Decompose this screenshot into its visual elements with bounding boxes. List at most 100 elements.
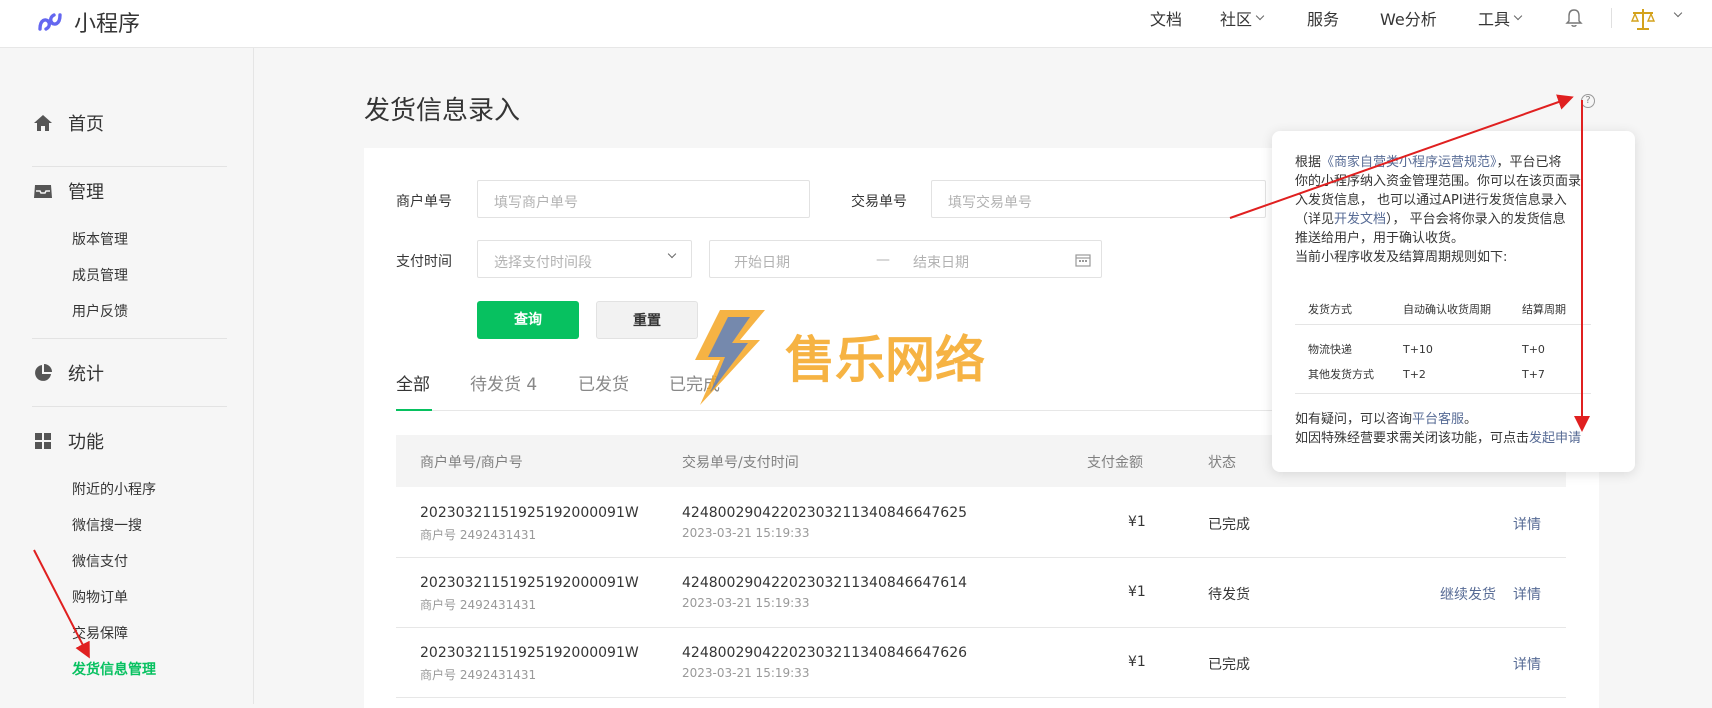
divider	[32, 338, 227, 339]
bell-icon[interactable]	[1565, 8, 1583, 28]
divider	[1611, 8, 1612, 28]
mini-program-logo-icon	[38, 13, 62, 31]
home-icon	[34, 115, 52, 131]
sidebar-group-label: 首页	[68, 114, 104, 135]
sidebar-item-guarantee[interactable]: 交易保障	[72, 623, 128, 643]
sidebar-item-nearby[interactable]: 附近的小程序	[72, 479, 156, 499]
tooltip-table-header: 发货方式	[1308, 303, 1352, 316]
start-date-placeholder: 开始日期	[734, 255, 790, 271]
watermark-text: 售乐网络	[785, 331, 985, 389]
column-header: 状态	[1208, 455, 1236, 471]
nav-label: 文档	[1150, 10, 1183, 29]
tab-all[interactable]: 全部	[396, 370, 430, 395]
grid-icon	[35, 433, 51, 449]
details-link[interactable]: 详情	[1513, 514, 1541, 534]
tooltip-table-header: 自动确认收货周期	[1403, 303, 1491, 316]
query-button[interactable]: 查询	[477, 301, 579, 339]
sidebar-group-home[interactable]: 首页	[32, 110, 104, 136]
tab-shipped[interactable]: 已发货	[578, 370, 629, 395]
merchant-no: 商户号 2492431431	[420, 598, 537, 612]
tooltip-text-part: 。	[1464, 412, 1478, 427]
divider	[32, 406, 227, 407]
tooltip-text: 如因特殊经营要求需关闭该功能，可点击发起申请	[1295, 429, 1615, 448]
column-header: 交易单号/支付时间	[682, 455, 799, 471]
column-header: 支付金额	[1087, 455, 1143, 471]
active-tab-indicator	[396, 409, 432, 411]
tooltip-table-cell: 物流快递	[1308, 343, 1352, 356]
amount: ¥1	[1128, 584, 1146, 600]
pay-time-select[interactable]: 选择支付时间段	[477, 240, 692, 278]
tooltip-text: 当前小程序收发及结算周期规则如下:	[1295, 250, 1508, 265]
details-link[interactable]: 详情	[1513, 584, 1541, 604]
logo[interactable]: 小程序	[34, 6, 140, 38]
sidebar-item-wechat-pay[interactable]: 微信支付	[72, 551, 128, 571]
date-separator: —	[876, 252, 890, 268]
amount: ¥1	[1128, 514, 1146, 530]
sidebar-item-shipping-management[interactable]: 发货信息管理	[72, 659, 156, 679]
tooltip-table-cell: T+7	[1522, 368, 1545, 381]
sidebar-item-version[interactable]: 版本管理	[72, 229, 128, 249]
trade-no-label: 交易单号	[851, 194, 907, 210]
merchant-no: 商户号 2492431431	[420, 668, 537, 682]
pay-time: 2023-03-21 15:19:33	[682, 596, 810, 610]
sidebar: 首页 管理 版本管理 成员管理 用户反馈 统计 功能 附近的小程序 微信搜一搜 …	[0, 48, 254, 704]
chevron-down-icon	[1255, 11, 1265, 21]
avatar-scales-icon[interactable]	[1630, 6, 1656, 32]
sidebar-group-label: 管理	[68, 182, 104, 203]
order-no: 20230321151925192000091W	[420, 645, 639, 661]
tooltip-text-part: 如因特殊经营要求需关闭该功能，可点击	[1295, 431, 1530, 446]
nav-label: 社区	[1220, 10, 1253, 29]
help-tooltip: 根据《商家自营类小程序运营规范》，平台已将 你的小程序纳入资金管理范围。你可以在…	[1272, 131, 1635, 472]
nav-tools[interactable]: 工具	[1478, 0, 1523, 36]
pay-time: 2023-03-21 15:19:33	[682, 526, 810, 540]
chevron-down-icon	[1513, 11, 1523, 21]
nav-we-analysis[interactable]: We分析	[1380, 0, 1437, 36]
trade-no-input[interactable]: 填写交易单号	[931, 180, 1266, 218]
nav-label: 服务	[1307, 10, 1340, 29]
sidebar-item-members[interactable]: 成员管理	[72, 265, 128, 285]
dev-docs-link[interactable]: 开发文档	[1334, 212, 1386, 227]
date-range-picker[interactable]: 开始日期 — 结束日期	[709, 240, 1102, 278]
sidebar-group-stats[interactable]: 统计	[32, 360, 104, 386]
continue-shipping-link[interactable]: 继续发货	[1440, 584, 1496, 604]
customer-service-link[interactable]: 平台客服	[1412, 412, 1464, 427]
sidebar-group-manage[interactable]: 管理	[32, 178, 104, 204]
tooltip-text: （详见开发文档）， 平台会将你录入的发货信息	[1295, 210, 1615, 229]
nav-docs[interactable]: 文档	[1150, 0, 1182, 36]
status: 待发货	[1208, 587, 1250, 603]
tooltip-table-header: 结算周期	[1522, 303, 1566, 316]
inbox-icon	[34, 185, 52, 198]
top-bar: 小程序 文档 社区 服务 We分析 工具	[0, 0, 1712, 48]
chevron-down-icon[interactable]	[1673, 8, 1683, 18]
merchant-order-input[interactable]: 填写商户单号	[477, 180, 810, 218]
trade-no: 42480029042202303211340846647614	[682, 575, 968, 591]
trade-no: 42480029042202303211340846647626	[682, 645, 968, 661]
tooltip-text-part: 根据	[1295, 155, 1322, 170]
tab-pending[interactable]: 待发货 4	[470, 370, 537, 395]
status: 已完成	[1208, 517, 1250, 533]
pay-time-label: 支付时间	[396, 254, 452, 270]
end-date-placeholder: 结束日期	[913, 255, 969, 271]
tooltip-table-cell: T+2	[1403, 368, 1426, 381]
apply-link[interactable]: 发起申请	[1529, 431, 1581, 446]
operation-rules-link[interactable]: 《商家自营类小程序运营规范》	[1321, 155, 1497, 170]
nav-community[interactable]: 社区	[1220, 0, 1265, 36]
nav-label: 工具	[1478, 10, 1511, 29]
sidebar-item-wechat-search[interactable]: 微信搜一搜	[72, 515, 142, 535]
sidebar-item-feedback[interactable]: 用户反馈	[72, 301, 128, 321]
trade-no: 4248002904220230321134084664762​5	[682, 505, 968, 521]
help-icon[interactable]: ?	[1581, 94, 1595, 108]
sidebar-item-orders[interactable]: 购物订单	[72, 587, 128, 607]
details-link[interactable]: 详情	[1513, 654, 1541, 674]
tooltip-table-cell: T+0	[1522, 343, 1545, 356]
tooltip-text: 根据《商家自营类小程序运营规范》，平台已将	[1295, 153, 1615, 172]
divider	[1295, 393, 1591, 394]
table-row: 20230321151925192000091W 商户号 2492431431 …	[396, 558, 1566, 628]
nav-services[interactable]: 服务	[1307, 0, 1339, 36]
merchant-no: 商户号 2492431431	[420, 528, 537, 542]
status: 已完成	[1208, 657, 1250, 673]
page-title: 发货信息录入	[364, 96, 521, 126]
amount: ¥1	[1128, 654, 1146, 670]
tooltip-text: 如有疑问，可以咨询平台客服。	[1295, 410, 1615, 429]
sidebar-group-features[interactable]: 功能	[32, 428, 104, 454]
